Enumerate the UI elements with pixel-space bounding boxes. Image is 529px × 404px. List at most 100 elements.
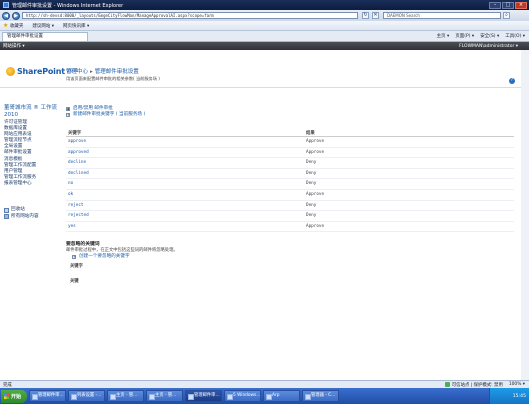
taskbar-item[interactable]: 5 Windows...	[224, 390, 261, 402]
table-row: approve Approve	[66, 137, 514, 148]
result-value: Deny	[306, 170, 317, 176]
table-row: ok Approve	[66, 190, 514, 201]
result-value: Deny	[306, 160, 317, 166]
minimize-button[interactable]: –	[489, 1, 501, 9]
table-row: decline Deny	[66, 158, 514, 169]
keyword-link[interactable]: approved	[66, 148, 306, 158]
page-title: 管理邮件审批设置	[94, 69, 139, 75]
new-keyword-link[interactable]: + 新建邮件审批关键字 ( 当前服务场 )	[66, 112, 514, 118]
home-menu[interactable]: 主页 ▾	[437, 33, 450, 39]
search-icon[interactable]: ⌕	[503, 12, 510, 19]
status-bar: 完成 可信站点 | 保护模式: 禁用 100% ▾	[0, 380, 529, 388]
user-menu[interactable]: FLOWMAN\administrator ▾	[459, 44, 518, 49]
result-value: Deny	[306, 181, 317, 187]
keyword-link[interactable]: reject	[66, 201, 306, 211]
page-menu[interactable]: 页面(P) ▾	[455, 33, 474, 39]
table-row: declined Deny	[66, 169, 514, 180]
sharepoint-topbar: 网站操作 ▾ FLOWMAN\administrator ▾	[0, 42, 529, 50]
result-value: Approve	[306, 223, 325, 229]
table-row: approved Approve	[66, 148, 514, 159]
taskbar-item[interactable]: 列表设置 -...	[68, 390, 105, 402]
clock[interactable]: 15:45	[513, 394, 526, 399]
keyword-link[interactable]: declined	[66, 169, 306, 179]
taskbar-item-active[interactable]: 管理邮件审...	[185, 390, 222, 402]
main-content: ▪ 启用/禁用 邮件审批 + 新建邮件审批关键字 ( 当前服务场 ) 关键字 结…	[66, 106, 514, 284]
fav-item-suggested[interactable]: 建议网站 ▾	[32, 23, 54, 29]
ignore-keywords-section: 要忽略的关键词 邮件审批过程中，在正文中包括这些词的邮件将忽略处理。 + 创建一…	[66, 242, 514, 284]
keyword-link[interactable]: rejected	[66, 211, 306, 221]
taskbar-item[interactable]: Arp	[263, 390, 300, 402]
stop-icon[interactable]: ✕	[372, 12, 379, 19]
table-row: yes Approve	[66, 222, 514, 233]
sharepoint-logo-icon	[6, 67, 15, 76]
result-value: Deny	[306, 213, 317, 219]
nav-heading[interactable]: 董哥城市流 ® 工作流 2010	[4, 105, 64, 118]
result-value: Approve	[306, 191, 325, 197]
taskbar: 开始 管理邮件审... 列表设置 -... 主页 - 管... 主页 - 管..…	[0, 388, 529, 404]
page-content: SharePoint 2010 管理中心 ▸ 管理邮件审批设置 用该页面来配置邮件审…	[0, 50, 529, 380]
back-button[interactable]: ◀	[2, 11, 10, 20]
nav-item-reports[interactable]: 报表管理中心	[4, 181, 64, 187]
taskbar-item[interactable]: 管理邮件审...	[29, 390, 66, 402]
address-bar: ◀ ▶ http://sh-devsd:8000/_layouts/EmgeCi…	[0, 10, 529, 21]
table-row: rejected Deny	[66, 211, 514, 222]
status-text: 完成	[3, 382, 12, 388]
result-value: Deny	[306, 202, 317, 208]
system-tray: 15:45	[489, 388, 529, 404]
keyword-link[interactable]: approve	[66, 137, 306, 147]
close-button[interactable]: ×	[515, 1, 527, 9]
table-header: 关键字 结果	[66, 130, 514, 137]
site-actions-menu[interactable]: 网站操作 ▾	[3, 43, 25, 49]
taskbar-item[interactable]: 管理器 - C...	[302, 390, 339, 402]
ignore-column-header-2: 关键	[70, 279, 79, 285]
create-ignore-keyword-link[interactable]: + 创建一个要忽略的关键字	[72, 254, 514, 260]
zoom-level[interactable]: 100% ▾	[509, 382, 525, 388]
site-content-icon	[4, 214, 9, 220]
window-title: 管理邮件审批设置 - Windows Internet Explorer	[12, 2, 124, 9]
trusted-zone-icon	[444, 382, 450, 387]
ie-icon	[3, 2, 9, 8]
keyword-table: 关键字 结果 approve Approve approved Approve de…	[66, 130, 514, 233]
keyword-link[interactable]: no	[66, 179, 306, 189]
url-field[interactable]: http://sh-devsd:8000/_layouts/EmgeCityFl…	[22, 12, 358, 19]
add-icon: +	[72, 255, 76, 260]
safety-menu[interactable]: 安全(S) ▾	[480, 33, 499, 39]
start-button[interactable]: 开始	[1, 389, 27, 403]
taskbar-item[interactable]: 主页 - 管...	[107, 390, 144, 402]
tools-menu[interactable]: 工具(O) ▾	[505, 33, 525, 39]
result-value: Approve	[306, 139, 325, 144]
table-row: no Deny	[66, 179, 514, 190]
left-navigation: 董哥城市流 ® 工作流 2010 许可证管理 数据库设置 网站应用表设 管理流程…	[4, 105, 64, 220]
column-header-keyword[interactable]: 关键字	[66, 130, 306, 136]
fav-item-slices[interactable]: 网页快讯库 ▾	[63, 23, 89, 29]
add-icon: +	[66, 113, 70, 117]
search-input[interactable]: DAEMON Search	[383, 12, 501, 19]
star-icon: ★	[3, 22, 9, 29]
page-header: SharePoint 2010 管理中心 ▸ 管理邮件审批设置 用该页面来配置邮件审…	[0, 50, 521, 88]
window-titlebar: 管理邮件审批设置 - Windows Internet Explorer – □…	[0, 0, 529, 10]
nav-item-all-content[interactable]: 所有网站内容	[4, 214, 64, 221]
keyword-link[interactable]: ok	[66, 190, 306, 200]
breadcrumb: 管理中心 ▸ 管理邮件审批设置	[66, 67, 139, 75]
keyword-link[interactable]: yes	[66, 222, 306, 232]
tab-bar: 管理邮件审批设置 主页 ▾ 页面(P) ▾ 安全(S) ▾ 工具(O) ▾	[0, 31, 529, 42]
table-row: reject Deny	[66, 201, 514, 212]
favorites-bar: ★ 收藏夹 建议网站 ▾ 网页快讯库 ▾	[0, 21, 529, 31]
taskbar-item[interactable]: 主页 - 管...	[146, 390, 183, 402]
security-zone[interactable]: 可信站点 | 保护模式: 禁用	[444, 382, 503, 388]
result-value: Approve	[306, 149, 325, 155]
help-icon[interactable]: ?	[509, 78, 515, 84]
refresh-icon[interactable]: ↻	[362, 12, 369, 19]
recycle-bin-icon	[4, 207, 9, 213]
breadcrumb-root-link[interactable]: 管理中心	[66, 69, 88, 75]
bullet-icon: ▪	[66, 107, 70, 111]
column-header-result[interactable]: 结果	[306, 130, 514, 136]
ignore-column-header: 关键字	[70, 264, 83, 270]
breadcrumb-separator-icon: ▸	[90, 69, 93, 75]
forward-button[interactable]: ▶	[12, 11, 20, 20]
maximize-button[interactable]: □	[502, 1, 514, 9]
keyword-link[interactable]: decline	[66, 158, 306, 168]
favorites-button[interactable]: ★ 收藏夹	[3, 22, 23, 29]
windows-logo-icon	[4, 393, 9, 399]
tab-active[interactable]: 管理邮件审批设置	[2, 31, 88, 41]
